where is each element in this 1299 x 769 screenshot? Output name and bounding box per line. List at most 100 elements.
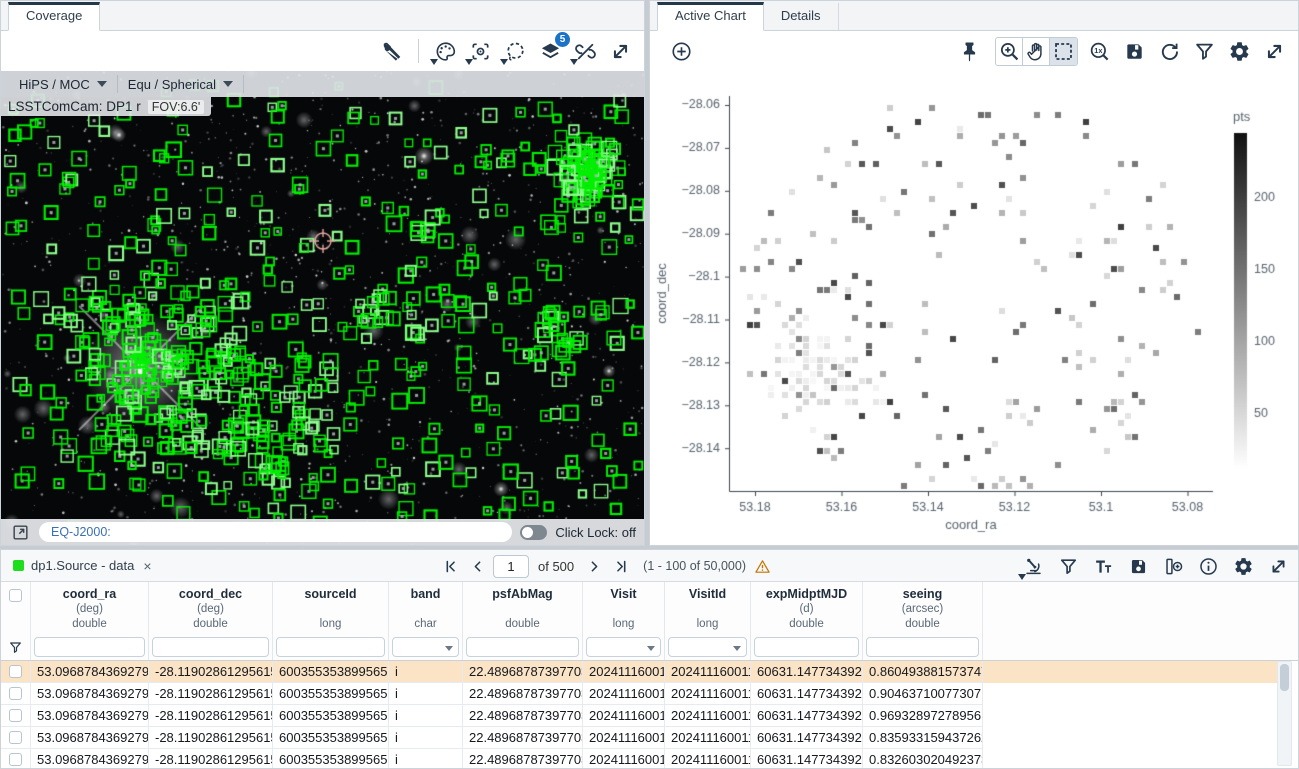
cell-VisitId: 2024111600111 — [665, 749, 751, 768]
table-panel: dp1.Source - data × of 500 (1 - 100 of 5… — [0, 549, 1299, 769]
row-checkbox[interactable] — [9, 665, 22, 678]
close-table-icon[interactable]: × — [143, 558, 151, 574]
cell-Visit: 2024111600111 — [583, 705, 665, 727]
last-page-button[interactable] — [610, 555, 632, 577]
tab-details[interactable]: Details — [764, 3, 839, 30]
chevron-down-icon — [445, 646, 453, 651]
row-checkbox[interactable] — [9, 709, 22, 722]
select-all-checkbox[interactable] — [9, 589, 22, 602]
cell-Visit: 2024111600111 — [583, 727, 665, 749]
filter-input-sourceId[interactable] — [276, 637, 385, 657]
row-checkbox[interactable] — [9, 687, 22, 700]
chevron-down-icon — [223, 81, 233, 87]
pin-icon[interactable] — [955, 37, 983, 65]
heatmap-chart-canvas[interactable] — [650, 71, 1298, 545]
filter-input-expMidptMJD[interactable] — [754, 637, 859, 657]
filter-select-band[interactable] — [392, 637, 459, 657]
filter-select-VisitId[interactable] — [668, 637, 747, 657]
table-row[interactable]: 53.09687843692796-28.1190286129561560035… — [1, 705, 1278, 727]
microscope-icon[interactable] — [1019, 552, 1047, 580]
palette-icon[interactable] — [431, 37, 459, 65]
filter-select-Visit[interactable] — [586, 637, 661, 657]
tab-coverage[interactable]: Coverage — [8, 2, 100, 31]
divider — [243, 75, 244, 93]
column-header-band[interactable]: band char — [389, 582, 463, 635]
page-number-input[interactable] — [493, 555, 529, 578]
expand-icon[interactable] — [1264, 552, 1292, 580]
cell-sourceId: 600355353899565160 — [273, 683, 389, 705]
sky-image-canvas[interactable] — [1, 71, 644, 545]
column-header-sourceId[interactable]: sourceId long — [273, 582, 389, 635]
image-status-bar: EQ-J2000: Click Lock: off — [1, 519, 644, 545]
table-filter-row — [1, 635, 1298, 661]
table-row[interactable]: 53.09687843692796-28.1190286129561560035… — [1, 749, 1278, 768]
chart-toolbar: 1x — [650, 31, 1298, 71]
info-icon[interactable] — [1194, 552, 1222, 580]
filter-input-coord_dec[interactable] — [152, 637, 269, 657]
gear-icon[interactable] — [1229, 552, 1257, 580]
chart-panel: Active Chart Details 1x — [649, 0, 1299, 546]
cell-psfAbMag: 22.489687873977033 — [463, 661, 583, 683]
column-header-Visit[interactable]: Visit long — [583, 582, 665, 635]
expand-icon[interactable] — [606, 37, 634, 65]
table-row[interactable]: 53.09687843692796-28.1190286129561560035… — [1, 727, 1278, 749]
filter-cell-seeing — [863, 635, 983, 660]
unlink-icon[interactable] — [571, 37, 599, 65]
expand-icon[interactable] — [1260, 37, 1288, 65]
image-toolbar: 5 — [1, 31, 644, 71]
lasso-icon[interactable] — [501, 37, 529, 65]
filter-icon[interactable] — [1190, 37, 1218, 65]
refresh-icon[interactable] — [1155, 37, 1183, 65]
coordinate-readout[interactable]: EQ-J2000: — [39, 522, 512, 542]
zoom-1x-icon[interactable]: 1x — [1085, 37, 1113, 65]
next-page-button[interactable] — [583, 555, 605, 577]
expand-image-icon[interactable] — [9, 521, 31, 543]
tools-icon[interactable] — [378, 37, 406, 65]
table-row[interactable]: 53.09687843692796-28.1190286129561560035… — [1, 661, 1278, 683]
pan-icon[interactable] — [1023, 38, 1050, 65]
prev-page-button[interactable] — [466, 555, 488, 577]
save-icon[interactable] — [1120, 37, 1148, 65]
recenter-icon[interactable] — [466, 37, 494, 65]
page-count-label: of 500 — [538, 559, 574, 574]
gear-icon[interactable] — [1225, 37, 1253, 65]
table-tab[interactable]: dp1.Source - data × — [1, 550, 164, 581]
column-header-expMidptMJD[interactable]: expMidptMJD(d)double — [751, 582, 863, 635]
add-column-icon[interactable] — [1159, 552, 1187, 580]
click-lock-label: Click Lock: off — [555, 525, 636, 540]
row-checkbox[interactable] — [9, 731, 22, 744]
table-vertical-scrollbar[interactable] — [1277, 661, 1292, 766]
coord-system-label: Equ / Spherical — [128, 77, 216, 92]
filter-icon[interactable] — [1054, 552, 1082, 580]
column-header-coord_ra[interactable]: coord_ra(deg)double — [31, 582, 149, 635]
circle-plus-icon[interactable] — [667, 37, 695, 65]
filter-cell-sourceId — [273, 635, 389, 660]
coord-system-dropdown[interactable]: Equ / Spherical — [118, 71, 243, 97]
filter-input-seeing[interactable] — [866, 637, 979, 657]
zoom-in-icon[interactable] — [996, 38, 1023, 65]
row-checkbox[interactable] — [9, 753, 22, 766]
column-header-psfAbMag[interactable]: psfAbMag double — [463, 582, 583, 635]
column-header-coord_dec[interactable]: coord_dec(deg)double — [149, 582, 273, 635]
save-icon[interactable] — [1124, 552, 1152, 580]
filter-input-coord_ra[interactable] — [34, 637, 145, 657]
table-row[interactable]: 53.09687843692796-28.1190286129561560035… — [1, 683, 1278, 705]
filter-input-psfAbMag[interactable] — [466, 637, 579, 657]
text-format-icon[interactable] — [1089, 552, 1117, 580]
tab-active-chart[interactable]: Active Chart — [657, 2, 764, 31]
select-rect-icon[interactable] — [1050, 38, 1077, 65]
filter-cell-coord_ra — [31, 635, 149, 660]
first-page-button[interactable] — [439, 555, 461, 577]
layers-icon[interactable]: 5 — [536, 37, 564, 65]
click-lock-toggle[interactable] — [520, 525, 547, 540]
scrollbar-thumb[interactable] — [1280, 664, 1289, 691]
hips-moc-dropdown[interactable]: HiPS / MOC — [9, 71, 117, 97]
image-layer-bar: HiPS / MOC Equ / Spherical — [1, 71, 644, 97]
cell-sourceId: 600355353899565160 — [273, 661, 389, 683]
svg-text:1x: 1x — [1094, 46, 1102, 55]
column-header-VisitId[interactable]: VisitId long — [665, 582, 751, 635]
column-header-seeing[interactable]: seeing(arcsec)double — [863, 582, 983, 635]
chevron-down-icon — [733, 646, 741, 651]
cell-band: i — [389, 683, 463, 705]
table-warning-icon[interactable] — [751, 555, 773, 577]
